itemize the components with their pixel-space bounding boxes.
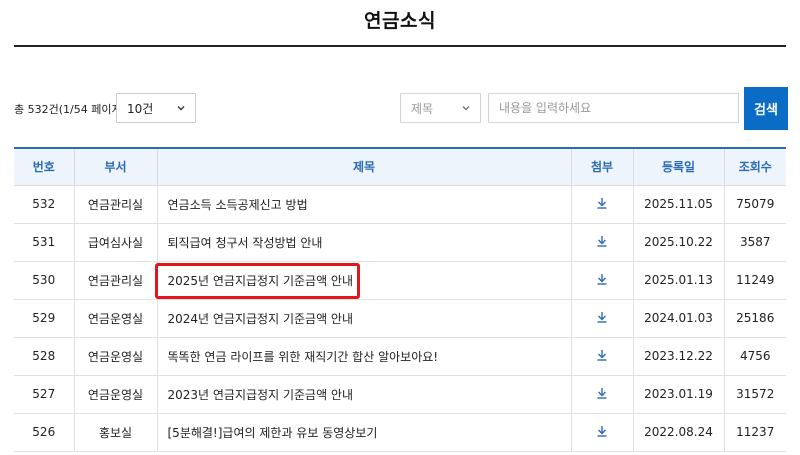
row-department: 급여심사실	[73, 223, 157, 262]
total-count: 총 532건(1/54 페이지)	[14, 103, 126, 116]
row-number: 532	[14, 185, 74, 224]
download-icon[interactable]	[595, 424, 609, 441]
search-field-select[interactable]: 제목	[400, 93, 481, 123]
download-icon[interactable]	[595, 272, 609, 289]
row-title-cell: 퇴직급여 청구서 작성방법 안내	[156, 223, 571, 262]
row-attachment-cell	[570, 299, 633, 338]
column-header-title: 제목	[156, 147, 571, 186]
download-icon[interactable]	[595, 196, 609, 213]
download-icon[interactable]	[595, 386, 609, 403]
row-views: 75079	[723, 185, 786, 224]
row-views: 31572	[723, 375, 786, 414]
page-size-value: 10건	[127, 101, 154, 116]
table-row: 530 연금관리실 2025년 연금지급정지 기준금액 안내 2025.01.13 11…	[14, 261, 786, 300]
column-header-attachment: 첨부	[570, 147, 633, 186]
page-title: 연금소식	[364, 10, 436, 32]
row-department: 연금운영실	[73, 337, 157, 376]
chevron-down-icon	[462, 106, 470, 111]
table-row: 532 연금관리실 연금소득 소득공제신고 방법 2025.11.05 75079	[14, 185, 786, 224]
row-views: 11249	[723, 261, 786, 300]
row-number: 526	[14, 413, 74, 452]
column-header-views: 조회수	[723, 147, 786, 186]
row-department: 연금운영실	[73, 299, 157, 338]
row-date: 2025.01.13	[632, 261, 724, 300]
download-icon[interactable]	[595, 310, 609, 327]
column-header-date: 등록일	[632, 147, 724, 186]
column-header-department: 부서	[73, 147, 157, 186]
row-attachment-cell	[570, 185, 633, 224]
row-title-cell: 연금소득 소득공제신고 방법	[156, 185, 571, 224]
row-title-cell: [5분해결!]급여의 제한과 유보 동영상보기	[156, 413, 571, 452]
row-title-link[interactable]: 퇴직급여 청구서 작성방법 안내	[168, 236, 323, 250]
row-title-link[interactable]: [5분해결!]급여의 제한과 유보 동영상보기	[168, 426, 378, 440]
notice-table: 번호 부서 제목 첨부 등록일 조회수 532 연금관리실 연금소득 소득공제신고 …	[14, 147, 786, 452]
row-title-link[interactable]: 연금소득 소득공제신고 방법	[168, 198, 308, 212]
row-attachment-cell	[570, 223, 633, 262]
page-size-select[interactable]: 10건	[116, 93, 196, 123]
row-title-cell: 2023년 연금지급정지 기준금액 안내	[156, 375, 571, 414]
table-row: 531 급여심사실 퇴직급여 청구서 작성방법 안내 2025.10.22 3587	[14, 223, 786, 262]
download-icon[interactable]	[595, 348, 609, 365]
download-icon[interactable]	[595, 234, 609, 251]
row-number: 530	[14, 261, 74, 300]
search-input[interactable]	[488, 93, 739, 123]
row-attachment-cell	[570, 375, 633, 414]
row-department: 홍보실	[73, 413, 157, 452]
row-number: 527	[14, 375, 74, 414]
row-title-cell: 2025년 연금지급정지 기준금액 안내	[154, 261, 571, 300]
row-date: 2024.01.03	[632, 299, 724, 338]
column-header-number: 번호	[14, 147, 74, 186]
row-title-cell: 2024년 연금지급정지 기준금액 안내	[156, 299, 571, 338]
table-row: 526 홍보실 [5분해결!]급여의 제한과 유보 동영상보기 2022.08.24 1…	[14, 413, 786, 452]
row-attachment-cell	[570, 261, 633, 300]
chevron-down-icon	[177, 106, 185, 111]
row-title-link[interactable]: 2024년 연금지급정지 기준금액 안내	[168, 312, 354, 326]
row-date: 2022.08.24	[632, 413, 724, 452]
search-button[interactable]: 검색	[744, 87, 788, 130]
row-title-cell: 똑똑한 연금 라이프를 위한 재직기간 합산 알아보아요!	[156, 337, 571, 376]
row-department: 연금관리실	[73, 185, 157, 224]
row-department: 연금관리실	[73, 261, 157, 300]
row-attachment-cell	[570, 413, 633, 452]
search-field-value: 제목	[411, 101, 434, 116]
row-title-link[interactable]: 2025년 연금지급정지 기준금액 안내	[168, 274, 354, 288]
row-department: 연금운영실	[73, 375, 157, 414]
row-date: 2025.10.22	[632, 223, 724, 262]
row-date: 2023.01.19	[632, 375, 724, 414]
title-divider	[14, 45, 786, 47]
row-number: 528	[14, 337, 74, 376]
row-date: 2025.11.05	[632, 185, 724, 224]
row-date: 2023.12.22	[632, 337, 724, 376]
row-views: 25186	[723, 299, 786, 338]
row-number: 529	[14, 299, 74, 338]
row-views: 11237	[723, 413, 786, 452]
row-views: 3587	[723, 223, 786, 262]
table-header-row: 번호 부서 제목 첨부 등록일 조회수	[14, 147, 786, 186]
row-attachment-cell	[570, 337, 633, 376]
table-row: 527 연금운영실 2023년 연금지급정지 기준금액 안내 2023.01.19 31…	[14, 375, 786, 414]
row-views: 4756	[723, 337, 786, 376]
table-row: 528 연금운영실 똑똑한 연금 라이프를 위한 재직기간 합산 알아보아요! 202…	[14, 337, 786, 376]
row-number: 531	[14, 223, 74, 262]
table-row: 529 연금운영실 2024년 연금지급정지 기준금액 안내 2024.01.03 25…	[14, 299, 786, 338]
row-title-link[interactable]: 2023년 연금지급정지 기준금액 안내	[168, 388, 354, 402]
row-title-link[interactable]: 똑똑한 연금 라이프를 위한 재직기간 합산 알아보아요!	[168, 350, 439, 364]
